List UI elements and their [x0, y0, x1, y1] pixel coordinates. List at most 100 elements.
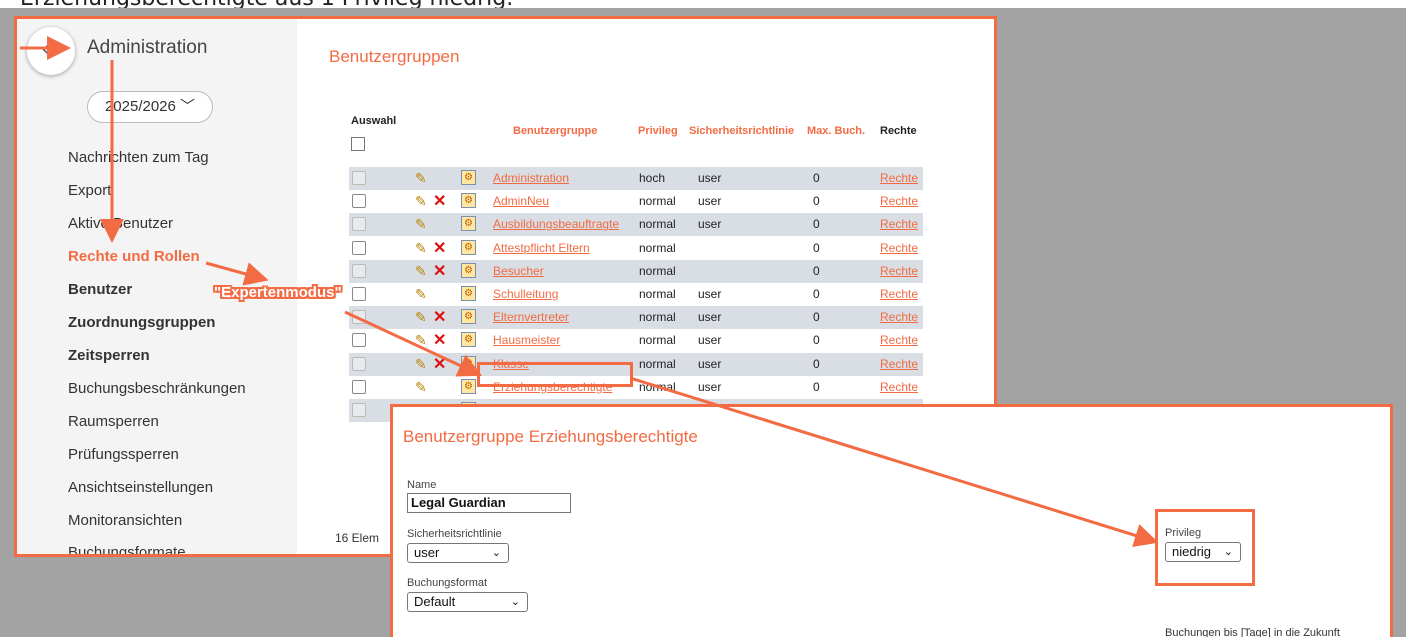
select-all-checkbox[interactable]: [351, 137, 365, 151]
policy-cell: user: [698, 171, 722, 185]
settings-icon[interactable]: ⚙: [461, 309, 476, 325]
max-bookings-cell: 0: [813, 356, 820, 371]
policy-cell: user: [698, 217, 722, 232]
policy-label: Sicherheitsrichtlinie: [407, 528, 502, 540]
year-selector[interactable]: 2025/2026 ﹀: [87, 91, 213, 123]
sidebar-item-aktive-benutzer[interactable]: Aktive Benutzer: [68, 215, 173, 232]
chevron-down-icon: ﹀: [180, 98, 196, 115]
table-row: ✎ ✕ ⚙ Besucher normal 0 Rechte: [349, 259, 923, 283]
privilege-cell: normal: [639, 356, 676, 371]
sidebar-item-pruefungssperren[interactable]: Prüfungssperren: [68, 446, 179, 463]
edit-icon[interactable]: ✎: [415, 332, 427, 349]
rights-link[interactable]: Rechte: [880, 171, 918, 185]
group-name-link[interactable]: Schulleitung: [493, 287, 558, 301]
row-checkbox[interactable]: [352, 356, 366, 371]
dialog-title: Benutzergruppe Erziehungsberechtigte: [403, 427, 698, 446]
sidebar-item-raumsperren[interactable]: Raumsperren: [68, 413, 159, 430]
settings-icon[interactable]: ⚙: [461, 216, 476, 232]
edit-icon[interactable]: ✎: [415, 379, 427, 396]
privilege-cell: normal: [639, 287, 676, 301]
settings-icon[interactable]: ⚙: [461, 355, 476, 371]
row-checkbox[interactable]: [352, 263, 366, 278]
name-field[interactable]: Legal Guardian: [407, 493, 571, 513]
chevron-down-icon: ⌄: [510, 596, 520, 608]
edit-icon[interactable]: ✎: [415, 170, 427, 187]
rights-link[interactable]: Rechte: [880, 333, 918, 347]
header-select: Auswahl: [351, 115, 397, 127]
row-checkbox[interactable]: [352, 240, 366, 255]
settings-icon[interactable]: ⚙: [461, 332, 476, 348]
settings-icon[interactable]: ⚙: [461, 239, 476, 255]
privilege-cell: normal: [639, 379, 676, 394]
group-name-link[interactable]: AdminNeu: [493, 194, 549, 208]
sidebar-item-ansichtseinstellungen[interactable]: Ansichtseinstellungen: [68, 479, 213, 496]
group-name-link[interactable]: Hausmeister: [493, 333, 560, 347]
row-checkbox[interactable]: [352, 171, 366, 185]
edit-icon[interactable]: ✎: [415, 309, 427, 326]
rights-link[interactable]: Rechte: [880, 264, 918, 278]
sidebar-item-zeitsperren[interactable]: Zeitsperren: [68, 347, 150, 364]
delete-icon[interactable]: ✕: [433, 191, 446, 211]
table-row: ✎ ✕ ⚙ AdminNeu normal user 0 Rechte: [349, 190, 923, 213]
group-name-link[interactable]: Ausbildungsbeauftragte: [493, 217, 619, 231]
sidebar-title: Administration: [87, 37, 208, 58]
sidebar-item-export[interactable]: Export: [68, 182, 111, 199]
edit-icon[interactable]: ✎: [415, 240, 427, 257]
rights-link[interactable]: Rechte: [880, 380, 918, 394]
sidebar-item-buchungsformate[interactable]: Buchungsformate: [68, 544, 186, 554]
delete-icon[interactable]: ✕: [433, 330, 446, 350]
row-checkbox[interactable]: [352, 287, 366, 301]
format-select[interactable]: Default ⌄: [407, 592, 528, 612]
edit-icon[interactable]: ✎: [415, 286, 427, 303]
sidebar-item-zuordnungsgruppen[interactable]: Zuordnungsgruppen: [68, 314, 215, 331]
rights-link[interactable]: Rechte: [880, 241, 918, 255]
settings-icon[interactable]: ⚙: [461, 193, 476, 209]
policy-select[interactable]: user ⌄: [407, 543, 509, 563]
delete-icon[interactable]: ✕: [433, 307, 446, 327]
delete-icon[interactable]: ✕: [433, 354, 446, 374]
sidebar-item-monitoransichten[interactable]: Monitoransichten: [68, 512, 182, 529]
rights-link[interactable]: Rechte: [880, 357, 918, 371]
row-checkbox[interactable]: [352, 194, 366, 209]
sidebar-item-buchungsbeschraenkungen[interactable]: Buchungsbeschränkungen: [68, 380, 246, 397]
row-checkbox[interactable]: [352, 403, 366, 417]
sidebar-item-benutzer[interactable]: Benutzer: [68, 281, 132, 298]
back-button[interactable]: ‹: [27, 27, 75, 75]
edit-icon[interactable]: ✎: [415, 263, 427, 280]
row-checkbox[interactable]: [352, 217, 366, 232]
max-bookings-cell: 0: [813, 240, 820, 255]
table-row: ✎ ⚙ Ausbildungsbeauftragte normal user 0 Recht…: [349, 213, 923, 237]
group-name-link[interactable]: Besucher: [493, 264, 544, 278]
rights-link[interactable]: Rechte: [880, 194, 918, 208]
header-group: Benutzergruppe: [513, 125, 598, 137]
group-name-link[interactable]: Elternvertreter: [493, 310, 569, 324]
privilege-cell: normal: [639, 310, 676, 325]
privilege-cell: normal: [639, 333, 676, 348]
delete-icon[interactable]: ✕: [433, 238, 446, 258]
policy-cell: user: [698, 379, 722, 394]
row-checkbox[interactable]: [352, 333, 366, 348]
settings-icon[interactable]: ⚙: [461, 286, 476, 301]
max-bookings-cell: 0: [813, 287, 820, 301]
policy-cell: user: [698, 194, 722, 209]
settings-icon[interactable]: ⚙: [461, 378, 476, 394]
edit-icon[interactable]: ✎: [415, 216, 427, 233]
rights-link[interactable]: Rechte: [880, 310, 918, 324]
table-row: ✎ ✕ ⚙ Klasse normal user 0 Rechte: [349, 352, 923, 376]
settings-icon[interactable]: ⚙: [461, 262, 476, 278]
row-checkbox[interactable]: [352, 310, 366, 325]
edit-icon[interactable]: ✎: [415, 356, 427, 373]
privilege-cell: normal: [639, 217, 676, 232]
policy-cell: user: [698, 310, 722, 325]
rights-link[interactable]: Rechte: [880, 287, 918, 301]
sidebar-item-rechte-und-rollen[interactable]: Rechte und Rollen: [68, 248, 200, 265]
sidebar-item-nachrichten[interactable]: Nachrichten zum Tag: [68, 149, 209, 166]
edit-icon[interactable]: ✎: [415, 193, 427, 210]
group-name-link[interactable]: Attestpflicht Eltern: [493, 241, 590, 255]
group-name-link[interactable]: Administration: [493, 171, 569, 185]
table-row: ✎ ✕ ⚙ Hausmeister normal user 0 Rechte: [349, 329, 923, 352]
rights-link[interactable]: Rechte: [880, 217, 918, 231]
row-checkbox[interactable]: [352, 379, 366, 394]
delete-icon[interactable]: ✕: [433, 261, 446, 281]
settings-icon[interactable]: ⚙: [461, 170, 476, 185]
